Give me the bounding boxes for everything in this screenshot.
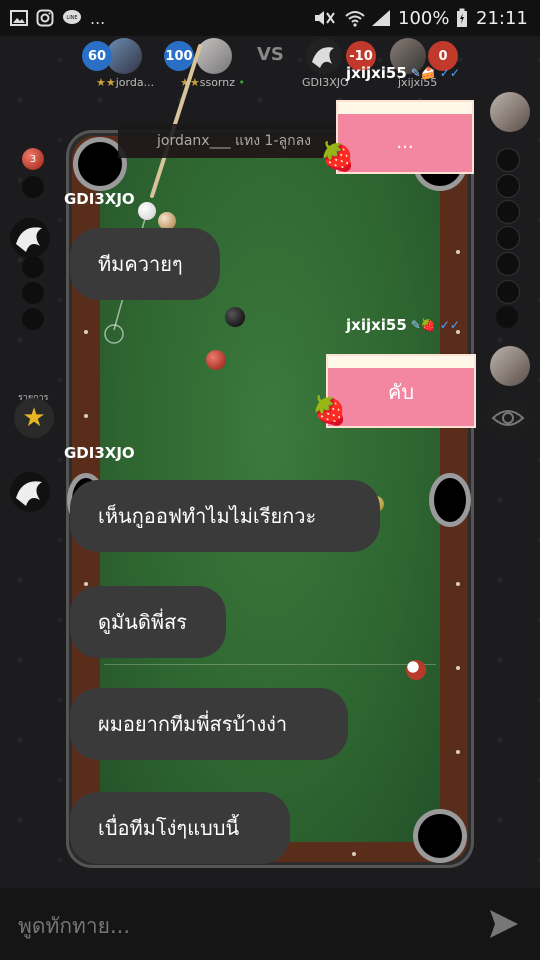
chat-message-bubble: ... bbox=[336, 100, 474, 174]
right-rail-slot bbox=[496, 174, 520, 198]
left-rail-slot bbox=[22, 282, 44, 304]
chat-message-bubble: ดูมันดิพี่สร bbox=[70, 586, 226, 658]
strawberry-icon: 🍓 bbox=[320, 140, 355, 173]
right-rail-slot bbox=[496, 280, 520, 304]
left-rail-slot bbox=[22, 256, 44, 278]
rail-diamond bbox=[456, 750, 460, 754]
mute-icon bbox=[312, 8, 336, 28]
svg-text:LINE: LINE bbox=[66, 15, 77, 21]
chat-message-text: ... bbox=[396, 132, 414, 153]
read-receipt-icon: ✓✓ bbox=[439, 318, 460, 332]
avatar[interactable] bbox=[10, 472, 50, 512]
right-rail-slot bbox=[496, 252, 520, 276]
badge-icon: ✎🍓 bbox=[410, 318, 436, 332]
notification-more: ... bbox=[90, 8, 106, 28]
read-receipt-icon: ✓✓ bbox=[439, 66, 460, 80]
rail-diamond bbox=[456, 250, 460, 254]
instagram-icon bbox=[36, 8, 54, 28]
head-string-line bbox=[104, 664, 436, 665]
right-rail-slot bbox=[496, 148, 520, 172]
chat-message-bubble: ทีมควายๆ bbox=[70, 228, 220, 300]
battery-icon bbox=[456, 8, 468, 28]
chat-message-text: ทีมควายๆ bbox=[98, 252, 183, 276]
signal-icon bbox=[370, 8, 392, 28]
badge-icon: ✎🍰 bbox=[410, 66, 436, 80]
spectate-button[interactable] bbox=[486, 396, 530, 440]
chat-input[interactable] bbox=[16, 908, 460, 944]
eye-icon bbox=[491, 410, 525, 426]
chat-sender: jxijxi55 ✎🍰 ✓✓ bbox=[346, 64, 460, 82]
avatar[interactable] bbox=[490, 92, 530, 132]
rail-diamond bbox=[84, 582, 88, 586]
strawberry-icon: 🍓 bbox=[312, 394, 347, 427]
chat-message-text: เห็นกูออฟทำไมไม่เรียกวะ bbox=[98, 504, 317, 528]
rail-diamond bbox=[456, 582, 460, 586]
rail-diamond bbox=[352, 852, 356, 856]
chat-message-text: ผมอยากทีมพี่สรบ้างง่า bbox=[98, 712, 288, 736]
ball-striped-red bbox=[406, 660, 426, 680]
cake-frosting-icon bbox=[338, 102, 472, 114]
turn-banner: jordanx___ แทง 1-ลูกลง bbox=[118, 124, 350, 158]
send-button[interactable] bbox=[486, 906, 522, 942]
chat-message-bubble: เบื่อทีมโง่ๆแบบนี้ bbox=[70, 792, 290, 864]
battery-percent: 100% bbox=[398, 8, 450, 29]
gallery-icon bbox=[10, 8, 28, 28]
chat-message-bubble: ผมอยากทีมพี่สรบ้างง่า bbox=[70, 688, 348, 760]
right-rail-slot bbox=[496, 200, 520, 224]
star-list-button[interactable]: ★ bbox=[14, 398, 54, 438]
left-rail-ball: 3 bbox=[22, 148, 44, 170]
chat-sender: GDI3XJO bbox=[64, 190, 135, 208]
chat-message-bubble: คับ bbox=[326, 354, 476, 428]
rail-diamond bbox=[456, 666, 460, 670]
ball-eight bbox=[225, 307, 245, 327]
cue-ball[interactable] bbox=[138, 202, 156, 220]
clock: 21:11 bbox=[476, 8, 528, 29]
line-app-icon: LINE bbox=[62, 8, 82, 28]
rail-diamond bbox=[84, 414, 88, 418]
star-icon: ★ bbox=[22, 403, 46, 433]
chat-message-text: เบื่อทีมโง่ๆแบบนี้ bbox=[98, 816, 240, 840]
player-3-name: GDI3XJO bbox=[302, 76, 349, 89]
avatar[interactable] bbox=[10, 218, 50, 258]
rail-diamond bbox=[84, 330, 88, 334]
vs-label: VS bbox=[257, 44, 284, 65]
chat-sender: jxijxi55 ✎🍓 ✓✓ bbox=[346, 316, 460, 334]
pocket-bottom-right bbox=[418, 814, 462, 858]
online-dot-icon: • bbox=[238, 76, 246, 89]
chat-message-text: คับ bbox=[387, 380, 415, 404]
chat-sender: GDI3XJO bbox=[64, 444, 135, 462]
chat-message-text: ดูมันดิพี่สร bbox=[98, 610, 187, 634]
right-rail-slot bbox=[496, 306, 518, 328]
right-rail-slot bbox=[496, 226, 520, 250]
left-rail-slot bbox=[22, 308, 44, 330]
left-rail-slot bbox=[22, 176, 44, 198]
ball-red bbox=[206, 350, 226, 370]
avatar bbox=[306, 38, 342, 74]
send-icon bbox=[490, 910, 518, 938]
avatar[interactable] bbox=[490, 346, 530, 386]
wifi-icon bbox=[344, 8, 366, 28]
status-bar: LINE ... 100% 21:11 bbox=[0, 0, 540, 36]
pocket-mid-right bbox=[434, 478, 466, 522]
cake-frosting-icon bbox=[328, 356, 474, 368]
chat-message-bubble: เห็นกูออฟทำไมไม่เรียกวะ bbox=[70, 480, 380, 552]
